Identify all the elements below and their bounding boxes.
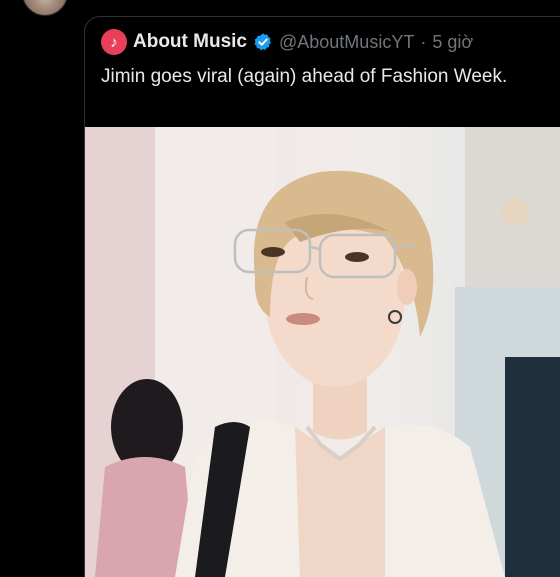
tweet-header: ♪ About Music @AboutMusicYT · 5 giờ — [101, 29, 473, 55]
timestamp[interactable]: 5 giờ — [432, 32, 473, 53]
music-note-icon: ♪ — [110, 33, 118, 51]
handle[interactable]: @AboutMusicYT — [279, 32, 414, 53]
tweet-media-image[interactable] — [85, 127, 560, 577]
separator-dot: · — [420, 31, 427, 52]
display-name[interactable]: About Music — [133, 31, 247, 53]
tweet-text: Jimin goes viral (again) ahead of Fashio… — [101, 66, 508, 87]
verified-badge-icon — [253, 32, 273, 52]
source-avatar[interactable]: ♪ — [101, 29, 127, 55]
commenter-avatar[interactable] — [22, 0, 68, 16]
quoted-tweet-card[interactable]: ♪ About Music @AboutMusicYT · 5 giờ Jimi… — [84, 16, 560, 577]
